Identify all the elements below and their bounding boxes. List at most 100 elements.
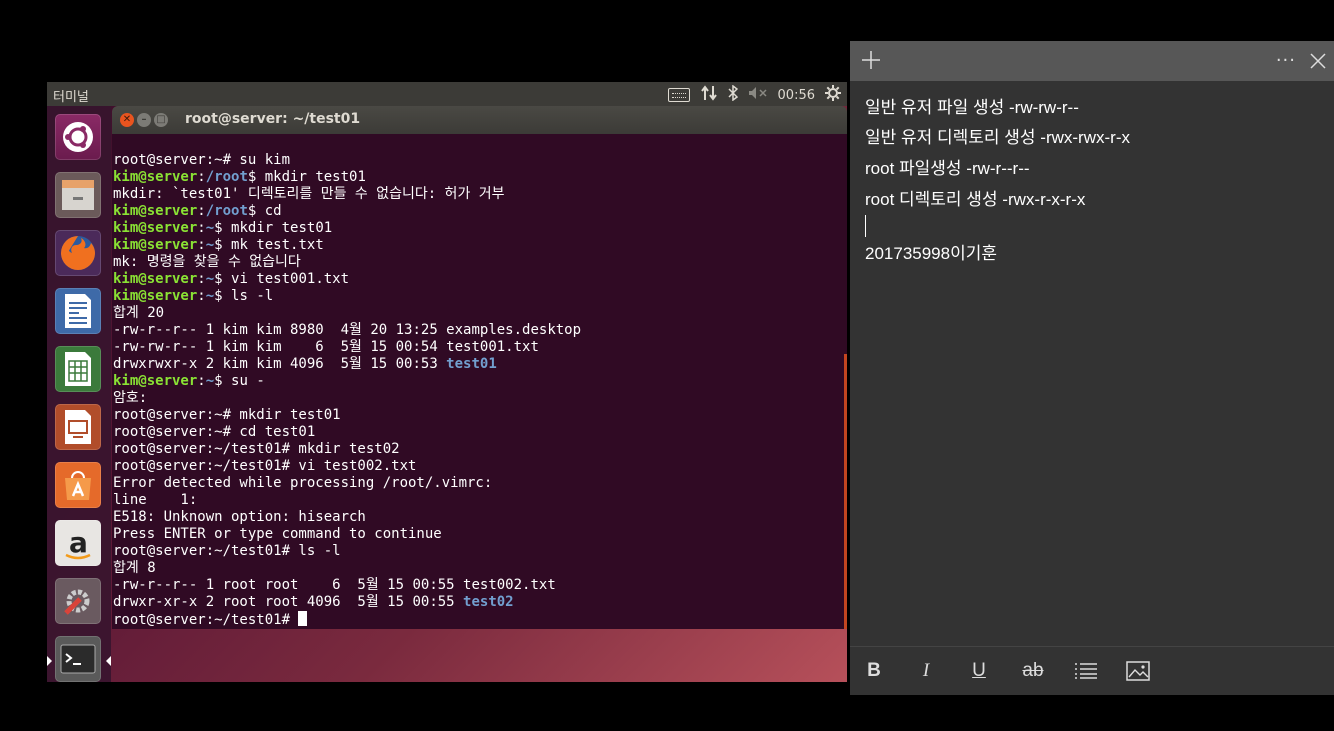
terminal-text: 합계 8 [113, 560, 156, 576]
terminal-line: -rw-r--r-- 1 kim kim 8980 4월 20 13:25 ex… [113, 322, 581, 339]
note-line: 201735998이기훈 [865, 244, 998, 263]
terminal-text: $ su - [214, 373, 265, 389]
underline-button[interactable]: U [966, 659, 992, 683]
terminal-line: E518: Unknown option: hisearch [113, 509, 581, 526]
more-menu-button[interactable]: ··· [1276, 50, 1296, 71]
terminal-text: kim@server [113, 288, 198, 304]
terminal-text: root@server:~/test01# vi test002.txt [113, 458, 417, 474]
libreoffice-impress-icon[interactable] [55, 404, 101, 450]
minimize-window-icon[interactable]: – [137, 113, 151, 127]
terminal-text: kim@server [113, 220, 198, 236]
clock[interactable]: 00:56 [778, 88, 815, 103]
terminal-line: 합계 20 [113, 305, 581, 322]
terminal-line: kim@server:~$ mk test.txt [113, 237, 581, 254]
terminal-text: mkdir: `test01' 디렉토리를 만들 수 없습니다: 허가 거부 [113, 186, 505, 202]
plus-icon[interactable] [860, 49, 882, 71]
files-icon[interactable] [55, 172, 101, 218]
terminal-line: kim@server:/root$ cd [113, 203, 581, 220]
text-cursor [865, 215, 866, 237]
settings-gear-icon[interactable] [825, 85, 841, 105]
terminal-line: -rw-r--r-- 1 root root 6 5월 15 00:55 tes… [113, 577, 581, 594]
bullet-list-icon[interactable] [1073, 659, 1099, 683]
terminal-text: : [197, 220, 206, 236]
terminal-line: kim@server:~$ ls -l [113, 288, 581, 305]
ubuntu-dash-icon[interactable] [55, 114, 101, 160]
terminal-output[interactable]: root@server:~# su kim kim@server:/root$ m… [112, 134, 847, 629]
terminal-text: $ mk test.txt [214, 237, 324, 253]
terminal-line: kim@server:/root$ mkdir test01 [113, 169, 581, 186]
terminal-text: kim@server [113, 373, 198, 389]
terminal-text: Press ENTER or type command to continue [113, 526, 442, 542]
terminal-line: line 1: [113, 492, 581, 509]
terminal-text: : [197, 203, 206, 219]
bold-button[interactable]: B [861, 659, 887, 683]
terminal-text: : [197, 237, 206, 253]
terminal-line: Error detected while processing /root/.v… [113, 475, 581, 492]
terminal-line: kim@server:~$ su - [113, 373, 581, 390]
strikethrough-button[interactable]: ab [1020, 659, 1046, 683]
terminal-line: drwxr-xr-x 2 root root 4096 5월 15 00:55 … [113, 594, 581, 611]
terminal-text: ~ [205, 220, 215, 236]
terminal-text: $ ls -l [214, 288, 274, 304]
terminal-text: test01 [446, 356, 497, 372]
volume-muted-icon[interactable] [748, 86, 768, 104]
keyboard-icon[interactable] [667, 88, 690, 102]
terminal-line: 암호: [113, 390, 581, 407]
terminal-text: 암호: [113, 390, 148, 406]
terminal-line: Press ENTER or type command to continue [113, 526, 581, 543]
terminal-line: root@server:~# cd test01 [113, 424, 581, 441]
amazon-icon[interactable]: a [55, 520, 101, 566]
terminal-text: kim@server [113, 203, 198, 219]
network-icon[interactable] [700, 85, 718, 105]
terminal-text: 합계 20 [113, 305, 165, 321]
terminal-text: Error detected while processing /root/.v… [113, 475, 493, 491]
terminal-text: ~ [205, 271, 215, 287]
launcher: a [47, 106, 111, 682]
terminal-text: $ vi test001.txt [214, 271, 350, 287]
active-indicator-right-icon [106, 656, 111, 666]
terminal-text: ~ [205, 237, 215, 253]
terminal-text: E518: Unknown option: hisearch [113, 509, 366, 525]
terminal-text: root@server:~# su kim [113, 152, 291, 168]
terminal-line: root@server:~/test01# ls -l [113, 543, 581, 560]
terminal-window[interactable]: ✕ – □ root@server: ~/test01 root@server:… [112, 106, 847, 629]
system-settings-icon[interactable] [55, 578, 101, 624]
terminal-text: : [197, 169, 206, 185]
terminal-titlebar[interactable]: ✕ – □ root@server: ~/test01 [112, 106, 847, 134]
terminal-icon[interactable] [55, 636, 101, 682]
close-icon[interactable] [1308, 51, 1328, 71]
terminal-text: $ mkdir test01 [247, 169, 366, 185]
note-format-toolbar: B I U ab [850, 646, 1334, 695]
terminal-text: root@server:~# cd test01 [113, 424, 316, 440]
terminal-line: root@server:~/test01# vi test002.txt [113, 458, 581, 475]
italic-button[interactable]: I [913, 659, 939, 683]
terminal-text: -rw-r--r-- 1 kim kim 8980 4월 20 13:25 ex… [113, 322, 582, 338]
bluetooth-icon[interactable] [728, 84, 738, 105]
terminal-text: /root [205, 169, 248, 185]
terminal-text: root@server:~/test01# mkdir test02 [113, 441, 400, 457]
system-tray: 00:56 [667, 84, 841, 105]
software-center-icon[interactable] [55, 462, 101, 508]
active-app-title: 터미널 [53, 90, 89, 105]
terminal-line: mk: 명령을 찾을 수 없습니다 [113, 254, 581, 271]
terminal-line: root@server:~# mkdir test01 [113, 407, 581, 424]
terminal-text: kim@server [113, 271, 198, 287]
terminal-scrollbar[interactable] [844, 354, 847, 629]
active-indicator-left-icon [47, 656, 52, 666]
maximize-window-icon[interactable]: □ [154, 113, 168, 127]
libreoffice-writer-icon[interactable] [55, 288, 101, 334]
terminal-line: root@server:~/test01# [113, 611, 581, 628]
terminal-text: ~ [205, 288, 215, 304]
terminal-line: root@server:~# su kim [113, 152, 581, 169]
terminal-text: root@server:~# mkdir test01 [113, 407, 341, 423]
close-window-icon[interactable]: ✕ [120, 113, 134, 127]
terminal-text: drwxrwxr-x 2 kim kim 4096 5월 15 00:53 [113, 356, 447, 372]
insert-image-icon[interactable] [1125, 659, 1151, 683]
firefox-icon[interactable] [55, 230, 101, 276]
terminal-text: root@server:~/test01# ls -l [113, 543, 341, 559]
libreoffice-calc-icon[interactable] [55, 346, 101, 392]
terminal-text: -rw-rw-r-- 1 kim kim 6 5월 15 00:54 test0… [113, 339, 539, 355]
terminal-line: 합계 8 [113, 560, 581, 577]
terminal-line: -rw-rw-r-- 1 kim kim 6 5월 15 00:54 test0… [113, 339, 581, 356]
terminal-line: mkdir: `test01' 디렉토리를 만들 수 없습니다: 허가 거부 [113, 186, 581, 203]
